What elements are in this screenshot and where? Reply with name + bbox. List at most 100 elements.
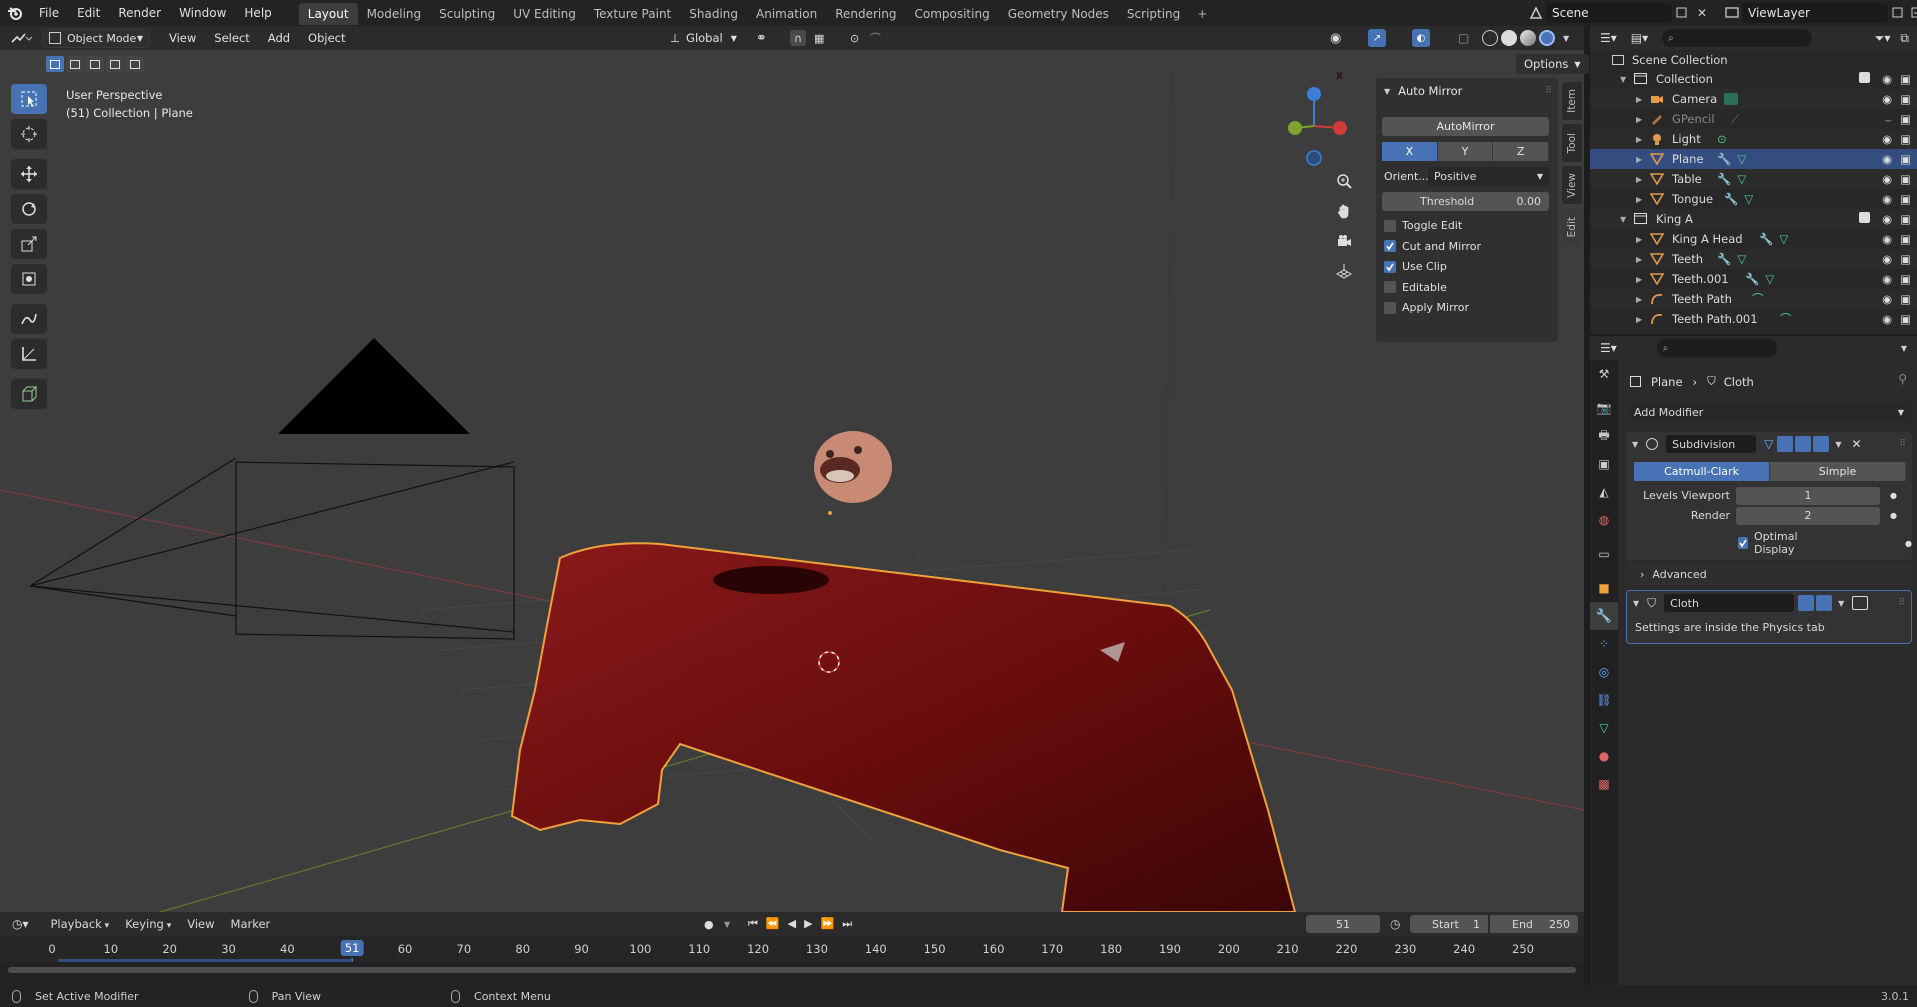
delete-view-layer-icon[interactable] bbox=[1908, 3, 1917, 23]
camera-data-icon[interactable] bbox=[1724, 93, 1738, 105]
eye-icon[interactable]: ◉ bbox=[1882, 72, 1892, 86]
tab-scripting[interactable]: Scripting bbox=[1118, 3, 1189, 25]
pivot-icon[interactable]: ⚭ bbox=[756, 31, 767, 46]
chevron-right-icon[interactable]: ▶ bbox=[1636, 255, 1642, 264]
pin-icon[interactable]: ⚲ bbox=[1898, 372, 1907, 386]
axis-x-toggle[interactable]: X bbox=[1382, 142, 1438, 161]
outliner-row-teeth-001[interactable]: ▶ Teeth.001 🔧 ▽ ◉ ▣ bbox=[1590, 269, 1917, 289]
editor-type-icon[interactable] bbox=[10, 31, 36, 45]
outliner-row-king-a[interactable]: ▼ King A ◉ ▣ bbox=[1590, 209, 1917, 229]
optimal-display-checkbox[interactable] bbox=[1738, 537, 1748, 549]
chevron-down-icon[interactable]: ▼ bbox=[1835, 440, 1841, 449]
cloth-name-field[interactable]: Cloth bbox=[1664, 594, 1795, 612]
play-reverse-icon[interactable]: ◀ bbox=[788, 917, 796, 931]
world-tab-icon[interactable]: ◍ bbox=[1590, 506, 1618, 534]
delete-scene-icon[interactable]: ✕ bbox=[1692, 3, 1712, 23]
render-camera-icon[interactable]: ▣ bbox=[1900, 272, 1911, 286]
annotate-tool[interactable] bbox=[11, 304, 47, 334]
eye-icon[interactable]: ◉ bbox=[1882, 312, 1892, 326]
scene-collection-row[interactable]: Scene Collection bbox=[1590, 50, 1917, 69]
auto-mirror-header[interactable]: ▼ Auto Mirror ⠿ bbox=[1376, 78, 1558, 104]
solid-shading-icon[interactable] bbox=[1501, 30, 1517, 46]
scene-selector[interactable]: Scene ✕ bbox=[1526, 3, 1712, 23]
new-view-layer-icon[interactable] bbox=[1888, 3, 1908, 23]
eye-icon[interactable]: ◉ bbox=[1882, 272, 1892, 286]
eye-icon[interactable]: ◉ bbox=[1882, 92, 1892, 106]
frame-ruler[interactable]: 0 10 20 30 40 51 60 70 80 90 100 110 120 130 140 150 160… bbox=[0, 936, 1584, 986]
camera-view-icon[interactable] bbox=[1331, 228, 1357, 254]
move-tool[interactable] bbox=[11, 159, 47, 189]
tab-sculpting[interactable]: Sculpting bbox=[430, 3, 504, 25]
visibility-icon[interactable]: ◉ bbox=[1330, 31, 1341, 46]
chevron-right-icon[interactable]: ▶ bbox=[1636, 295, 1642, 304]
gizmo-toggle-icon[interactable]: ↗ bbox=[1368, 29, 1386, 47]
collection-include-checkbox[interactable] bbox=[1859, 72, 1871, 83]
eye-icon[interactable]: ◉ bbox=[1882, 192, 1892, 206]
sidebar-tab-view[interactable]: View bbox=[1562, 166, 1582, 204]
viewport-menu-object[interactable]: Object bbox=[299, 31, 354, 45]
render-camera-icon[interactable]: ▣ bbox=[1900, 192, 1911, 206]
outliner-row-teeth-path[interactable]: ▶ Teeth Path ⌒ ◉ ▣ bbox=[1590, 289, 1917, 309]
mesh-data-icon[interactable]: ▽ bbox=[1737, 152, 1746, 166]
pan-hand-icon[interactable] bbox=[1331, 198, 1357, 224]
drag-handle-icon[interactable]: ⠿ bbox=[1545, 86, 1552, 96]
texture-tab-icon[interactable]: ▩ bbox=[1590, 770, 1618, 798]
jump-start-icon[interactable]: ⏮ bbox=[748, 917, 758, 931]
collection-tab-icon[interactable]: ▭ bbox=[1590, 540, 1618, 568]
outliner-row-plane[interactable]: ▶ Plane 🔧 ▽ ◉ ▣ bbox=[1590, 149, 1917, 169]
option-cut-and-mirror[interactable]: Cut and Mirror bbox=[1384, 240, 1481, 253]
menu-file[interactable]: File bbox=[30, 0, 68, 26]
eye-icon[interactable]: ◉ bbox=[1882, 152, 1892, 166]
editor-type-icon[interactable]: ☰▾ bbox=[1600, 341, 1617, 355]
menu-window[interactable]: Window bbox=[170, 0, 235, 26]
sidebar-tab-item[interactable]: Item bbox=[1562, 82, 1582, 120]
optimal-display-row[interactable]: Optimal Display ● bbox=[1738, 530, 1912, 556]
outliner-row-light[interactable]: ▶ Light ⊙ ◉ ▣ bbox=[1590, 129, 1917, 149]
mesh-data-icon[interactable]: ▽ bbox=[1737, 172, 1746, 186]
falloff-icon[interactable]: ⌒ bbox=[870, 30, 881, 46]
outliner-row-teeth-path-001[interactable]: ▶ Teeth Path.001 ⌒ ◉ ▣ bbox=[1590, 309, 1917, 329]
curve-data-icon[interactable]: ⌒ bbox=[1752, 291, 1764, 307]
option-apply-mirror[interactable]: Apply Mirror bbox=[1384, 301, 1469, 314]
chevron-down-icon[interactable]: ▼ bbox=[1632, 440, 1638, 449]
outliner-row-teeth[interactable]: ▶ Teeth 🔧 ▽ ◉ ▣ bbox=[1590, 249, 1917, 269]
play-icon[interactable]: ▶ bbox=[804, 917, 812, 931]
checkbox[interactable] bbox=[1384, 240, 1396, 252]
proportional-edit-icon[interactable]: ⊙ bbox=[850, 32, 859, 45]
ortho-grid-icon[interactable] bbox=[1331, 258, 1357, 284]
mesh-data-icon[interactable]: ▽ bbox=[1779, 232, 1788, 246]
gpencil-data-icon[interactable]: ⟋ bbox=[1731, 112, 1739, 127]
subdivision-type-catmull-clark[interactable]: Catmull-Clark bbox=[1634, 462, 1770, 481]
tab-geometry-nodes[interactable]: Geometry Nodes bbox=[999, 3, 1118, 25]
mesh-data-icon[interactable]: ▽ bbox=[1744, 192, 1753, 206]
jump-end-icon[interactable]: ⏭ bbox=[842, 917, 852, 931]
render-icon[interactable] bbox=[1816, 595, 1833, 611]
modifier-wrench-icon[interactable]: 🔧 bbox=[1724, 192, 1738, 206]
properties-search-input[interactable]: ⌕ bbox=[1656, 339, 1777, 357]
current-frame-field[interactable]: 51 bbox=[1306, 915, 1380, 933]
realtime-icon[interactable] bbox=[1795, 436, 1812, 452]
option-toggle-edit[interactable]: Toggle Edit bbox=[1384, 219, 1462, 232]
view-layer-field[interactable]: ViewLayer bbox=[1742, 3, 1888, 23]
end-frame-field[interactable]: End 250 bbox=[1490, 915, 1578, 933]
eye-icon[interactable]: ◉ bbox=[1882, 252, 1892, 266]
modifier-wrench-icon[interactable]: 🔧 bbox=[1717, 252, 1731, 266]
object-tab-icon[interactable]: ■ bbox=[1590, 574, 1618, 602]
mode-dropdown[interactable]: Object Mode ▼ bbox=[42, 28, 150, 48]
king-head-object[interactable] bbox=[814, 431, 892, 515]
material-shading-icon[interactable] bbox=[1520, 30, 1536, 46]
edit-mode-icon[interactable] bbox=[1777, 436, 1794, 452]
prev-keyframe-icon[interactable]: ⏪ bbox=[766, 917, 780, 931]
select-subtract-icon[interactable] bbox=[86, 56, 104, 72]
subdivision-name-field[interactable]: Subdivision bbox=[1666, 435, 1757, 453]
light-object[interactable] bbox=[278, 338, 470, 434]
overlay-toggle-icon[interactable]: ◐ bbox=[1412, 29, 1430, 47]
chevron-right-icon[interactable]: ▶ bbox=[1636, 175, 1642, 184]
tab-uv-editing[interactable]: UV Editing bbox=[504, 3, 585, 25]
outliner-row-camera[interactable]: ▶ Camera ◉ ▣ bbox=[1590, 89, 1917, 109]
select-extend-icon[interactable] bbox=[66, 56, 84, 72]
render-camera-icon[interactable]: ▣ bbox=[1900, 252, 1911, 266]
curve-data-icon[interactable]: ⌒ bbox=[1780, 311, 1792, 327]
snap-icon[interactable]: ∩ bbox=[790, 30, 806, 46]
cursor-tool[interactable] bbox=[11, 119, 47, 149]
